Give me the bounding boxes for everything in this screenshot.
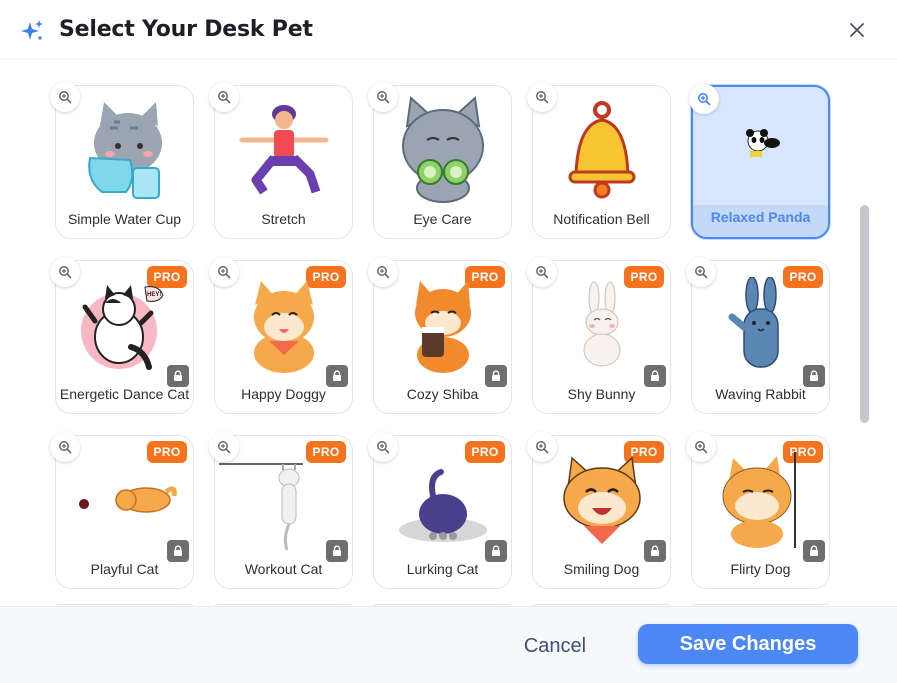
sparkle-icon — [21, 20, 43, 40]
lock-badge — [644, 540, 666, 562]
pet-card-happy-doggy[interactable]: PRO Happy Doggy — [209, 257, 353, 414]
lock-icon — [651, 370, 659, 381]
lock-badge — [167, 540, 189, 562]
lock-icon — [810, 370, 818, 381]
pet-name: Flirty Dog — [730, 561, 791, 577]
cancel-button[interactable]: Cancel — [505, 629, 605, 663]
close-icon — [850, 23, 864, 37]
pet-name: Notification Bell — [553, 211, 650, 227]
pet-card-stretch[interactable]: Stretch — [209, 82, 353, 239]
lock-icon — [492, 545, 500, 556]
pet-image-dance-cat: HEY! — [56, 271, 193, 379]
lock-badge — [485, 540, 507, 562]
pet-image-bunny — [533, 271, 670, 379]
pet-name: Lurking Cat — [406, 561, 479, 577]
pet-card-lurking-cat[interactable]: PRO Lurking Cat — [368, 432, 512, 589]
pet-card-flirty-dog[interactable]: PRO Flirty Dog — [686, 432, 830, 589]
lock-icon — [810, 545, 818, 556]
pet-card-simple-water-cup[interactable]: Simple Water Cup — [50, 82, 194, 239]
pet-name: Relaxed Panda — [710, 209, 811, 225]
pet-name: Shy Bunny — [567, 386, 636, 402]
lock-badge — [326, 365, 348, 387]
pet-name: Simple Water Cup — [67, 211, 182, 227]
lock-icon — [651, 545, 659, 556]
lock-badge — [485, 365, 507, 387]
lock-badge — [167, 365, 189, 387]
lock-icon — [492, 370, 500, 381]
pet-grid-scroll-area[interactable]: Simple Water Cup Stretch Eye Care Notifi… — [0, 61, 897, 606]
lock-badge — [803, 540, 825, 562]
scrollbar-thumb[interactable] — [860, 205, 869, 423]
pet-image-shiba-dog — [215, 271, 352, 379]
lock-icon — [333, 545, 341, 556]
pet-card-smiling-dog[interactable]: PRO Smiling Dog — [527, 432, 671, 589]
lock-badge — [326, 540, 348, 562]
speech-bubble-text: HEY! — [147, 292, 161, 298]
pet-name: Happy Doggy — [241, 386, 326, 402]
pet-name: Playful Cat — [90, 561, 159, 577]
pet-name: Smiling Dog — [563, 561, 640, 577]
pet-card-shy-bunny[interactable]: PRO Shy Bunny — [527, 257, 671, 414]
pet-image-cozy-shiba — [374, 271, 511, 379]
lock-badge — [803, 365, 825, 387]
pet-name: Stretch — [261, 211, 306, 227]
pet-name: Cozy Shiba — [406, 386, 479, 402]
dialog-title: Select Your Desk Pet — [59, 17, 313, 42]
pet-image-playful-cat — [56, 446, 193, 554]
lock-icon — [174, 370, 182, 381]
pet-image-eye-care-cat — [374, 96, 511, 204]
pet-image-flirty-dog — [692, 446, 829, 554]
pet-image-bell — [533, 96, 670, 204]
pet-image-water-cup-cat — [56, 96, 193, 204]
pet-image-smiling-dog — [533, 446, 670, 554]
pet-name: Waving Rabbit — [715, 386, 806, 402]
dialog-header: Select Your Desk Pet — [0, 0, 897, 60]
lock-badge — [644, 365, 666, 387]
pet-name: Workout Cat — [244, 561, 323, 577]
lock-icon — [174, 545, 182, 556]
pet-card-cozy-shiba[interactable]: PRO Cozy Shiba — [368, 257, 512, 414]
pet-image-stretching-person — [215, 96, 352, 204]
pet-card-playful-cat[interactable]: PRO Playful Cat — [50, 432, 194, 589]
pet-image-blue-rabbit — [692, 271, 829, 379]
pet-card-relaxed-panda[interactable]: Relaxed Panda — [689, 84, 830, 239]
pet-name: Energetic Dance Cat — [59, 386, 190, 402]
pet-card-workout-cat[interactable]: PRO Workout Cat — [209, 432, 353, 589]
pet-card-notification-bell[interactable]: Notification Bell — [527, 82, 671, 239]
save-changes-button[interactable]: Save Changes — [638, 624, 858, 664]
lock-icon — [333, 370, 341, 381]
pet-image-panda — [693, 89, 830, 197]
pet-name: Eye Care — [413, 211, 472, 227]
pet-image-lurking-cat — [374, 446, 511, 554]
pet-grid: Simple Water Cup Stretch Eye Care Notifi… — [50, 82, 830, 589]
desk-pet-dialog: Select Your Desk Pet Simple Water Cup St… — [0, 0, 897, 683]
close-button[interactable] — [845, 18, 869, 42]
dialog-footer: Cancel Save Changes — [0, 606, 897, 683]
pet-card-energetic-dance-cat[interactable]: PRO HEY! Energetic Dance Cat — [50, 257, 194, 414]
pet-card-waving-rabbit[interactable]: PRO Waving Rabbit — [686, 257, 830, 414]
pet-card-eye-care[interactable]: Eye Care — [368, 82, 512, 239]
